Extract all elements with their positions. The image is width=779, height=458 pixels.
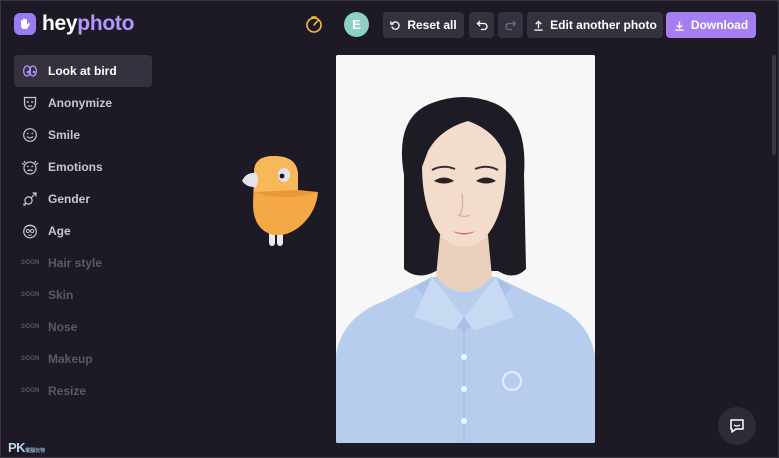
age-icon	[21, 222, 39, 240]
undo-icon	[476, 20, 488, 31]
mask-icon	[21, 94, 39, 112]
sidebar-item-makeup: SOON Makeup	[14, 343, 152, 375]
sidebar-item-nose: SOON Nose	[14, 311, 152, 343]
soon-badge: SOON	[21, 356, 40, 362]
sidebar-item-resize: SOON Resize	[14, 375, 152, 407]
speedometer-icon[interactable]	[305, 15, 323, 33]
upload-icon	[534, 19, 543, 31]
sidebar-item-hair-style: SOON Hair style	[14, 247, 152, 279]
gender-icon	[21, 190, 39, 208]
smile-icon	[21, 126, 39, 144]
sidebar-item-label: Skin	[48, 288, 74, 302]
sidebar-item-emotions[interactable]: Emotions	[14, 151, 152, 183]
eyes-icon	[21, 62, 39, 80]
soon-badge: SOON	[21, 260, 40, 266]
redo-button[interactable]	[498, 12, 523, 38]
download-icon	[675, 20, 684, 31]
chat-button[interactable]	[718, 407, 756, 445]
sidebar-item-age[interactable]: Age	[14, 215, 152, 247]
reset-all-label: Reset all	[407, 18, 457, 32]
sidebar-item-label: Anonymize	[48, 96, 113, 110]
watermark: PK電腦玩物	[8, 440, 46, 455]
reset-all-button[interactable]: Reset all	[383, 12, 464, 38]
sidebar-item-label: Nose	[48, 320, 78, 334]
undo-button[interactable]	[469, 12, 494, 38]
soon-badge: SOON	[21, 292, 40, 298]
emotions-icon	[21, 158, 39, 176]
download-label: Download	[690, 18, 749, 32]
portrait-photo	[336, 55, 595, 443]
brand-name: heyphoto	[42, 12, 135, 35]
soon-badge: SOON	[21, 388, 40, 394]
sidebar-item-label: Hair style	[48, 256, 103, 270]
soon-badge: SOON	[21, 324, 40, 330]
app-logo[interactable]: heyphoto	[14, 12, 134, 36]
sidebar-item-label: Age	[48, 224, 71, 238]
download-button[interactable]: Download	[666, 12, 756, 38]
sidebar-item-label: Resize	[48, 384, 87, 398]
sidebar-item-label: Gender	[48, 192, 91, 206]
sidebar-item-label: Look at bird	[48, 64, 117, 78]
redo-icon	[504, 20, 516, 31]
sidebar-item-gender[interactable]: Gender	[14, 183, 152, 215]
sidebar-item-smile[interactable]: Smile	[14, 119, 152, 151]
sidebar-item-label: Emotions	[48, 160, 103, 174]
reset-icon	[390, 20, 401, 30]
sidebar-item-label: Makeup	[48, 352, 93, 366]
edit-another-photo-label: Edit another photo	[550, 18, 657, 32]
user-avatar[interactable]: E	[344, 12, 369, 37]
sidebar: Look at bird Anonymize Smile Emotions Ge…	[14, 55, 152, 407]
sidebar-item-label: Smile	[48, 128, 81, 142]
sidebar-item-anonymize[interactable]: Anonymize	[14, 87, 152, 119]
sidebar-item-look-at-bird[interactable]: Look at bird	[14, 55, 152, 87]
scrollbar[interactable]	[772, 55, 776, 155]
sidebar-item-skin: SOON Skin	[14, 279, 152, 311]
hand-logo-icon	[14, 13, 36, 35]
edit-another-photo-button[interactable]: Edit another photo	[527, 12, 663, 38]
chat-icon	[730, 419, 744, 433]
bird-character[interactable]	[240, 152, 320, 252]
